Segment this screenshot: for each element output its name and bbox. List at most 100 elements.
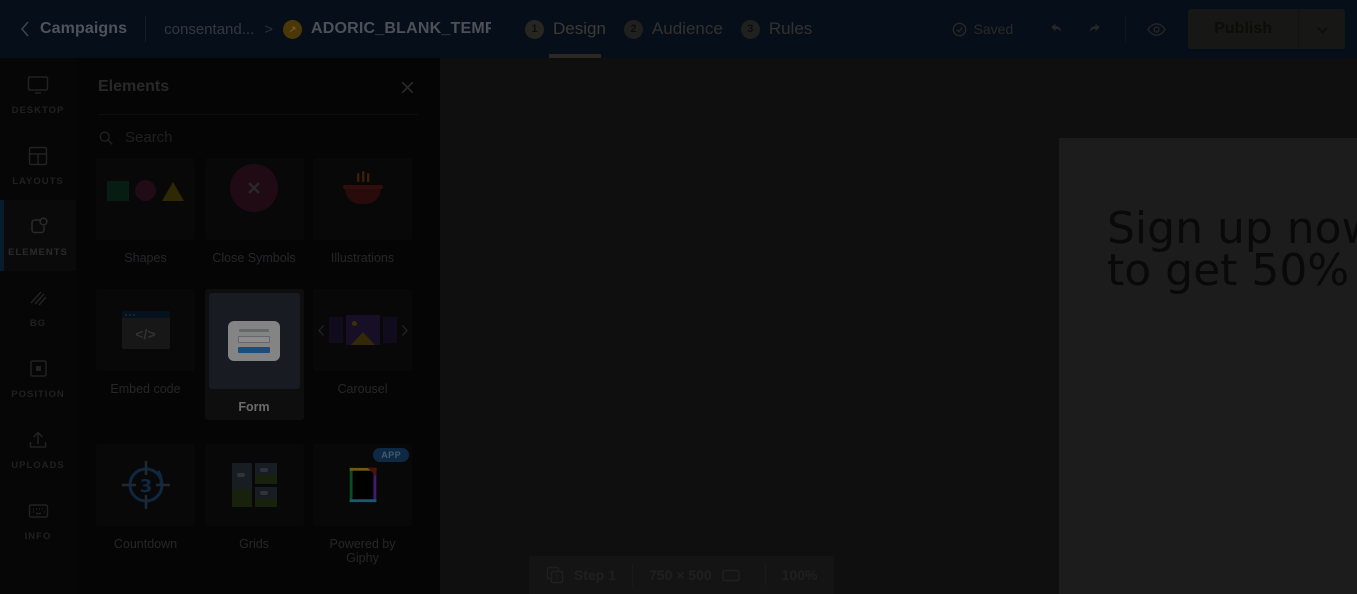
tile-form[interactable]: Form: [204, 289, 304, 420]
illustrations-icon: [313, 158, 412, 240]
sidebar-item-uploads[interactable]: UPLOADS: [0, 413, 76, 484]
svg-text:1: 1: [555, 574, 559, 582]
wizard-steps: 1 Design 2 Audience 3 Rules: [525, 0, 830, 58]
tile-label-carousel: Carousel: [337, 382, 388, 396]
panel-title: Elements: [98, 78, 170, 95]
sidebar-label-desktop: DESKTOP: [11, 104, 65, 116]
campaign-avatar-icon: [283, 19, 302, 39]
saved-status: Saved: [952, 21, 1014, 37]
breadcrumb-campaigns[interactable]: Campaigns: [40, 20, 127, 38]
close-icon[interactable]: [396, 76, 418, 98]
left-rail: DESKTOP LAYOUTS ELEMENTS BG POSITION UPL…: [0, 58, 76, 594]
popup-heading-line2: to get 50% off: [1107, 245, 1357, 296]
zoom-label: 100%: [781, 567, 818, 583]
canvas-area[interactable]: Sign up now to get 50% off: [440, 58, 1357, 594]
top-header: Campaigns consentand... > ADORIC_BLANK_T…: [0, 0, 1357, 58]
step-selector[interactable]: 1 Step 1: [545, 565, 616, 585]
header-actions: Saved Publish: [952, 0, 1357, 58]
zoom-control[interactable]: 100%: [782, 567, 818, 583]
tile-label-countdown: Countdown: [113, 537, 178, 551]
tile-carousel[interactable]: Carousel: [313, 289, 412, 420]
step-audience-label: Audience: [651, 19, 723, 38]
publish-button[interactable]: Publish: [1188, 9, 1298, 49]
tile-label-giphy: Powered by Giphy: [329, 537, 396, 565]
tile-close-symbols[interactable]: Close Symbols: [204, 158, 304, 265]
sidebar-item-info[interactable]: INFO: [0, 484, 76, 555]
search-input[interactable]: [125, 129, 385, 146]
shapes-icon: [96, 158, 195, 240]
upload-arrow-icon: [27, 427, 49, 453]
sidebar-item-desktop[interactable]: DESKTOP: [0, 58, 76, 129]
app-badge: APP: [373, 448, 409, 462]
search-row: [76, 115, 440, 146]
sidebar-label-info: INFO: [24, 530, 52, 542]
tile-countdown[interactable]: 3 Countdown: [96, 444, 195, 565]
svg-text:3: 3: [139, 476, 152, 497]
tile-row-3: 3 Countdown Grids APP Powered by Giphy: [96, 444, 420, 565]
canvas-size[interactable]: 750 × 500: [649, 567, 749, 583]
sidebar-item-layouts[interactable]: LAYOUTS: [0, 129, 76, 200]
app-root: Campaigns consentand... > ADORIC_BLANK_T…: [0, 0, 1357, 594]
preview-button[interactable]: [1139, 12, 1173, 46]
step-rules-label: Rules: [768, 19, 813, 38]
sidebar-label-bg: BG: [29, 317, 47, 329]
step-audience[interactable]: 2 Audience: [623, 0, 723, 58]
popup-preview[interactable]: Sign up now to get 50% off: [1059, 138, 1357, 594]
diagonal-lines-icon: [27, 285, 49, 311]
breadcrumb-separator: >: [264, 20, 273, 38]
bottombar-divider-1: [632, 564, 634, 586]
sidebar-label-uploads: UPLOADS: [11, 459, 65, 471]
tile-label-close-symbols: Close Symbols: [212, 251, 296, 265]
tile-label-illustrations: Illustrations: [330, 251, 395, 265]
countdown-icon: 3: [96, 444, 195, 526]
saved-label: Saved: [973, 21, 1014, 37]
bottom-toolbar: 1 Step 1 750 × 500 100%: [529, 556, 834, 594]
tile-giphy[interactable]: APP Powered by Giphy: [313, 444, 412, 565]
check-circle-icon: [952, 22, 966, 36]
step-design[interactable]: 1 Design: [525, 0, 606, 58]
tile-embed-code[interactable]: UPGRADE </> Embed code: [96, 289, 195, 420]
chevron-down-icon: [1316, 26, 1328, 34]
tile-label-shapes: Shapes: [124, 251, 167, 265]
carousel-prev-icon: [317, 324, 324, 336]
sidebar-item-position[interactable]: POSITION: [0, 342, 76, 413]
search-icon: [99, 131, 113, 145]
step-design-label: Design: [553, 19, 606, 38]
publish-control: Publish: [1188, 9, 1345, 49]
tile-grids[interactable]: Grids: [204, 444, 304, 565]
monitor-icon: [26, 72, 50, 98]
embed-code-icon: </>: [96, 289, 195, 371]
breadcrumb-account[interactable]: consentand...: [164, 21, 254, 38]
header-action-divider: [1125, 16, 1127, 42]
tile-shapes[interactable]: Shapes: [96, 158, 195, 265]
step-design-number: 1: [525, 19, 544, 39]
publish-dropdown-button[interactable]: [1299, 9, 1345, 49]
element-tiles: Shapes Close Symbols Illustrations </> E…: [76, 158, 440, 565]
sidebar-item-elements[interactable]: ELEMENTS: [0, 200, 76, 271]
back-chevron-icon[interactable]: [14, 18, 36, 40]
layers-icon: 1: [546, 566, 564, 584]
popup-heading[interactable]: Sign up now to get 50% off: [1107, 207, 1357, 296]
rectangle-icon: [721, 568, 749, 582]
close-symbols-icon: [204, 158, 304, 240]
elements-panel-header: Elements: [76, 58, 440, 98]
keyboard-info-icon: [27, 498, 50, 524]
bottombar-divider-2: [764, 564, 766, 586]
step-active-underline: [549, 54, 601, 58]
canvas-size-label: 750 × 500: [649, 567, 712, 583]
elements-shape-icon: [27, 214, 50, 240]
step-rules[interactable]: 3 Rules: [740, 0, 813, 58]
undo-arrow-icon: [1050, 23, 1062, 32]
sidebar-item-bg[interactable]: BG: [0, 271, 76, 342]
undo-button[interactable]: [1038, 12, 1072, 46]
step-audience-number: 2: [623, 19, 643, 39]
elements-panel: Elements Search Shapes Close Symbols Ill…: [76, 58, 440, 594]
carousel-next-icon: [401, 324, 408, 336]
campaign-title: ADORIC_BLANK_TEMPL: [311, 20, 491, 37]
sidebar-label-elements: ELEMENTS: [8, 246, 68, 258]
redo-button[interactable]: [1078, 12, 1112, 46]
tile-label-grids: Grids: [239, 537, 269, 551]
tile-illustrations[interactable]: Illustrations: [313, 158, 412, 265]
tile-label-form: Form: [238, 400, 270, 414]
sidebar-label-layouts: LAYOUTS: [12, 175, 64, 187]
